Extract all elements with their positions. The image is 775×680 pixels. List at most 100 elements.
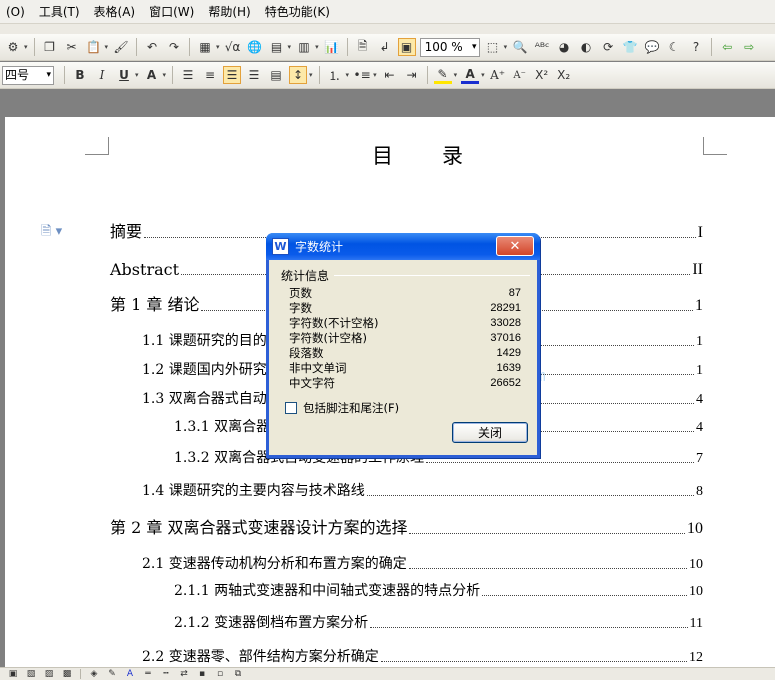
font-size-select[interactable]: 四号 — [2, 65, 54, 85]
document-map-icon[interactable]: 🗎 — [354, 38, 372, 56]
group-icon[interactable]: ⧉ — [231, 668, 245, 680]
stat-row: 字符数(计空格) 37016 — [289, 331, 521, 345]
color-wheel-icon[interactable]: ◕ — [555, 38, 573, 56]
grow-font-icon[interactable]: A⁺ — [489, 66, 507, 84]
align-center-icon[interactable]: ≡ — [201, 66, 219, 84]
stat-row: 段落数 1429 — [289, 346, 521, 360]
close-button[interactable]: 关闭 — [452, 422, 528, 443]
include-footnotes-checkbox[interactable]: 包括脚注和尾注(F) — [285, 400, 399, 416]
crop-mark-top-left — [85, 137, 109, 155]
zoom-select[interactable]: 100 % — [419, 37, 480, 57]
table-icon[interactable]: ▤ — [268, 38, 286, 56]
back-arrow-icon[interactable]: ⇦ — [718, 38, 736, 56]
italic-button[interactable]: I — [93, 66, 111, 84]
drawing-toolbar: ▣ ▧ ▨ ▩ ◈ ✎ A ═ ┅ ⇄ ▪ ▫ ⧉ — [0, 667, 775, 680]
toc-entry[interactable]: 1.4 课题研究的主要内容与技术路线 8 — [142, 480, 703, 500]
toc-entry[interactable]: 第 2 章 双离合器式变速器设计方案的选择 10 — [110, 516, 703, 538]
columns-icon[interactable]: ▥ — [295, 38, 313, 56]
redo-icon[interactable]: ↷ — [165, 38, 183, 56]
menu-window[interactable]: 窗口(W) — [143, 0, 202, 24]
font-color-icon[interactable]: A — [461, 66, 480, 84]
stat-row: 页数 87 — [289, 286, 521, 300]
highlight-icon[interactable]: ✎ — [433, 66, 452, 84]
show-marks-icon[interactable]: ↲ — [376, 38, 394, 56]
formatting-toolbar: 四号 B I U▾ A▾ ☰ ≡ ☰ ☰ ▤ ↕▾ ⒈▾ •≡▾ ⇤ ⇥ ✎▾ … — [0, 62, 775, 89]
toc-entry[interactable]: 2.1 变速器传动机构分析和布置方案的确定 10 — [142, 553, 703, 573]
stat-row: 字数 28291 — [289, 301, 521, 315]
shrink-font-icon[interactable]: A⁻ — [511, 66, 529, 84]
fill-color-icon[interactable]: ◈ — [87, 668, 101, 680]
document-title: 目 录 — [372, 144, 477, 168]
formula-icon[interactable]: √α — [224, 38, 242, 56]
subscript-button[interactable]: X₂ — [555, 66, 573, 84]
numbering-icon[interactable]: ⒈ — [326, 66, 344, 84]
insert-table-icon[interactable]: ▦ — [196, 38, 214, 56]
select-icon[interactable]: ⬚ — [484, 38, 502, 56]
text-color-icon[interactable]: A — [123, 668, 137, 680]
page-view-icon[interactable]: ▣ — [397, 38, 416, 56]
align-left-icon[interactable]: ☰ — [179, 66, 197, 84]
arrow-style-icon[interactable]: ⇄ — [177, 668, 191, 680]
help-icon[interactable]: ? — [687, 38, 705, 56]
image-icon[interactable]: ▧ — [24, 668, 38, 680]
format-painter-icon[interactable]: 🖌 — [112, 38, 130, 56]
dash-style-icon[interactable]: ┅ — [159, 668, 173, 680]
checkbox-box[interactable] — [285, 402, 297, 414]
stat-row: 字符数(不计空格) 33028 — [289, 316, 521, 330]
increase-indent-icon[interactable]: ⇥ — [403, 66, 421, 84]
shirt-icon[interactable]: 👕 — [621, 38, 639, 56]
crop-mark-top-right — [703, 137, 727, 155]
menu-special[interactable]: 特色功能(K) — [259, 0, 338, 24]
justify-icon[interactable]: ☰ — [245, 66, 263, 84]
line-spacing-icon[interactable]: ↕ — [289, 66, 308, 84]
underline-button[interactable]: U — [115, 66, 133, 84]
find-icon[interactable]: 🔍 — [511, 38, 529, 56]
toc-entry[interactable]: 2.1.2 变速器倒档布置方案分析 11 — [174, 612, 703, 632]
paste-icon[interactable]: 📋 — [85, 38, 103, 56]
superscript-button[interactable]: X² — [533, 66, 551, 84]
group-divider — [334, 275, 530, 276]
style-icon[interactable]: ⚙ — [4, 38, 22, 56]
toolbar-strip — [0, 24, 775, 34]
3d-icon[interactable]: ▫ — [213, 668, 227, 680]
bold-button[interactable]: B — [71, 66, 89, 84]
refresh-icon[interactable]: ⟳ — [599, 38, 617, 56]
dialog-body: 统计信息 页数 87 字数 28291 字符数(不计空格) 33028 字符数(计空格… — [272, 263, 534, 450]
chart-icon[interactable]: 📊 — [323, 38, 341, 56]
menu-help[interactable]: 帮助(H) — [202, 0, 258, 24]
clipart-icon[interactable]: ▨ — [42, 668, 56, 680]
cut-icon[interactable]: ✂ — [63, 38, 81, 56]
paragraph-marker-icon[interactable]: 🗎 ▾ — [41, 222, 62, 244]
decrease-indent-icon[interactable]: ⇤ — [381, 66, 399, 84]
distribute-icon[interactable]: ▤ — [267, 66, 285, 84]
hyperlink-icon[interactable]: 🌐 — [246, 38, 264, 56]
chat-icon[interactable]: 💬 — [643, 38, 661, 56]
bullets-icon[interactable]: •≡ — [353, 66, 371, 84]
spellcheck-icon[interactable]: ᴬᴮᶜ — [533, 38, 551, 56]
moon-icon[interactable]: ☾ — [665, 38, 683, 56]
line-color-icon[interactable]: ✎ — [105, 668, 119, 680]
toc-entry[interactable]: 2.2 变速器零、部件结构方案分析确定 12 — [142, 646, 703, 666]
dictionary-icon[interactable]: ◐ — [577, 38, 595, 56]
menu-format[interactable]: (O) — [0, 0, 33, 24]
menu-bar: (O) 工具(T) 表格(A) 窗口(W) 帮助(H) 特色功能(K) — [0, 0, 775, 24]
dialog-close-x-button[interactable]: ✕ — [496, 236, 534, 256]
menu-tools[interactable]: 工具(T) — [33, 0, 88, 24]
standard-toolbar: ⚙ ▾ ❐ ✂ 📋 ▾ 🖌 ↶ ↷ ▦ ▾ √α 🌐 ▤ ▾ ▥ ▾ 📊 🗎 ↲ ▣ 10… — [0, 34, 775, 61]
font-effects-icon[interactable]: A — [143, 66, 161, 84]
dialog-titlebar[interactable]: W 字数统计 ✕ — [266, 233, 540, 260]
undo-icon[interactable]: ↶ — [143, 38, 161, 56]
toc-entry[interactable]: 2.1.1 两轴式变速器和中间轴式变速器的特点分析 10 — [174, 580, 703, 600]
stat-row: 非中文单词 1639 — [289, 361, 521, 375]
shadow-icon[interactable]: ▪ — [195, 668, 209, 680]
dialog-title: 字数统计 — [295, 240, 344, 254]
line-style-icon[interactable]: ═ — [141, 668, 155, 680]
forward-arrow-icon[interactable]: ⇨ — [740, 38, 758, 56]
chart-small-icon[interactable]: ▩ — [60, 668, 74, 680]
menu-table[interactable]: 表格(A) — [88, 0, 144, 24]
picture-icon[interactable]: ▣ — [6, 668, 20, 680]
checkbox-label: 包括脚注和尾注(F) — [303, 401, 400, 415]
copy-icon[interactable]: ❐ — [41, 38, 59, 56]
align-right-icon[interactable]: ☰ — [223, 66, 242, 84]
stat-row: 中文字符 26652 — [289, 376, 521, 390]
